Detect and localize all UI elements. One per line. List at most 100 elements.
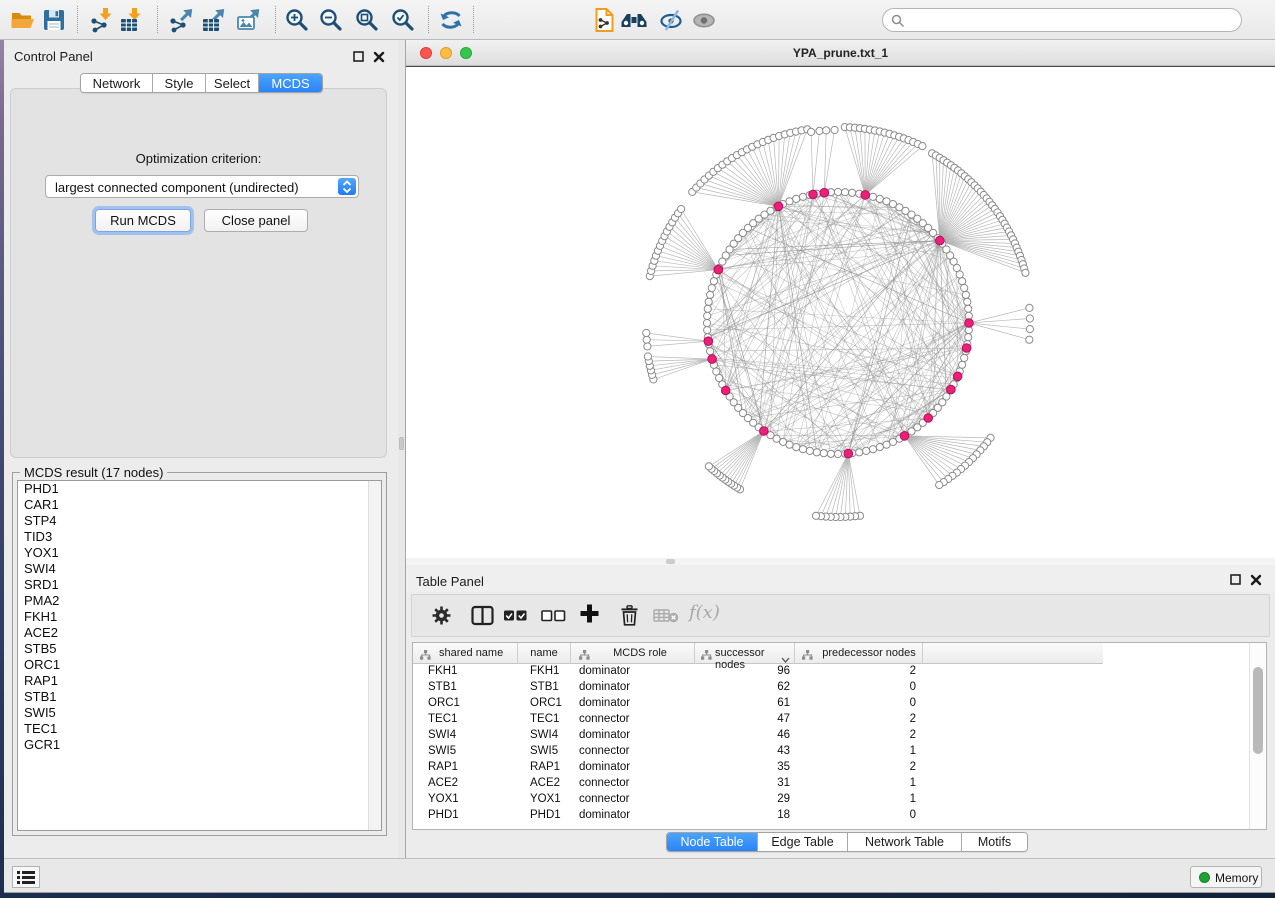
optimization-criterion-select[interactable]: largest connected component (undirected) bbox=[45, 175, 359, 198]
network-column-icon bbox=[802, 648, 813, 666]
control-panel-title: Control Panel bbox=[14, 49, 93, 64]
import-network-icon[interactable] bbox=[89, 7, 115, 33]
refresh-icon[interactable] bbox=[438, 7, 464, 33]
table-scrollbar[interactable] bbox=[1249, 643, 1266, 829]
splitter-grip[interactable] bbox=[666, 559, 675, 564]
list-item[interactable]: STB1 bbox=[18, 689, 381, 705]
mcds-tab-panel: Optimization criterion: largest connecte… bbox=[10, 88, 387, 458]
table-panel-header: Table Panel bbox=[406, 565, 1275, 592]
scrollbar-thumb[interactable] bbox=[1253, 667, 1263, 754]
export-image-icon[interactable] bbox=[235, 7, 261, 33]
network-canvas[interactable] bbox=[406, 66, 1275, 558]
column-header-shared-name[interactable]: shared name bbox=[413, 643, 518, 664]
node-table: shared name name MCDS role successor nod… bbox=[412, 642, 1267, 830]
zoom-in-icon[interactable] bbox=[284, 7, 310, 33]
network-column-icon bbox=[701, 648, 712, 666]
memory-label: Memory bbox=[1215, 871, 1258, 885]
mcds-result-groupbox: MCDS result (17 nodes) PHD1 CAR1 STP4 TI… bbox=[12, 472, 387, 836]
column-header-predecessor-nodes[interactable]: predecessor nodes bbox=[795, 643, 923, 664]
search-field[interactable] bbox=[882, 8, 1242, 32]
show-all-eye-icon[interactable] bbox=[691, 7, 717, 33]
memory-status-icon bbox=[1199, 872, 1210, 883]
list-item[interactable]: ORC1 bbox=[18, 657, 381, 673]
zoom-out-icon[interactable] bbox=[318, 7, 344, 33]
list-item[interactable]: GCR1 bbox=[18, 737, 381, 753]
list-item[interactable]: CAR1 bbox=[18, 497, 381, 513]
export-table-icon[interactable] bbox=[200, 7, 226, 33]
run-mcds-button[interactable]: Run MCDS bbox=[95, 209, 191, 232]
list-item[interactable]: RAP1 bbox=[18, 673, 381, 689]
export-network-icon[interactable] bbox=[168, 7, 194, 33]
tab-motifs[interactable]: Motifs bbox=[962, 833, 1027, 851]
mcds-result-list[interactable]: PHD1 CAR1 STP4 TID3 YOX1 SWI4 SRD1 PMA2 … bbox=[17, 480, 382, 831]
tab-edge-table[interactable]: Edge Table bbox=[758, 833, 848, 851]
desktop: Control Panel Network Style Select MCDS … bbox=[0, 0, 1275, 898]
table-toolbar: f(x) bbox=[411, 594, 1270, 637]
float-panel-icon[interactable] bbox=[1230, 573, 1242, 585]
tab-node-table[interactable]: Node Table bbox=[667, 833, 758, 851]
new-network-from-selection-icon[interactable] bbox=[592, 7, 618, 33]
list-item[interactable]: PHD1 bbox=[18, 481, 381, 497]
float-panel-icon[interactable] bbox=[353, 50, 365, 62]
list-item[interactable]: ACE2 bbox=[18, 625, 381, 641]
column-header-mcds-role[interactable]: MCDS role bbox=[571, 643, 695, 664]
tab-network-table[interactable]: Network Table bbox=[848, 833, 962, 851]
network-column-icon bbox=[420, 648, 431, 666]
hide-selected-eye-slash-icon[interactable] bbox=[659, 7, 685, 33]
main-toolbar bbox=[0, 0, 1275, 40]
import-table-icon[interactable] bbox=[118, 7, 144, 33]
table-panel-title: Table Panel bbox=[416, 574, 484, 589]
memory-button[interactable]: Memory bbox=[1190, 866, 1262, 888]
splitter-grip[interactable] bbox=[399, 437, 404, 450]
search-input[interactable] bbox=[909, 10, 1234, 30]
column-header-name[interactable]: name bbox=[518, 643, 571, 664]
network-column-icon bbox=[579, 648, 590, 666]
tab-mcds[interactable]: MCDS bbox=[259, 74, 322, 92]
table-panel-tabs: Node Table Edge Table Network Table Moti… bbox=[666, 832, 1028, 852]
list-item[interactable]: SRD1 bbox=[18, 577, 381, 593]
vertical-splitter[interactable] bbox=[398, 40, 406, 858]
column-header-successor-nodes[interactable]: successor nodes bbox=[695, 643, 795, 664]
list-item[interactable]: TID3 bbox=[18, 529, 381, 545]
list-scrollbar[interactable] bbox=[368, 481, 381, 830]
delete-table-icon-disabled bbox=[653, 608, 679, 629]
toolbar-separator bbox=[428, 6, 429, 33]
show-columns-icon[interactable] bbox=[471, 605, 494, 631]
network-window-titlebar[interactable]: YPA_prune.txt_1 bbox=[406, 40, 1275, 66]
close-panel-icon[interactable] bbox=[1250, 573, 1262, 585]
list-item[interactable]: STB5 bbox=[18, 641, 381, 657]
list-item[interactable]: YOX1 bbox=[18, 545, 381, 561]
table-settings-gear-icon[interactable] bbox=[431, 605, 452, 631]
table-panel: Table Panel bbox=[406, 565, 1275, 858]
control-panel: Control Panel Network Style Select MCDS … bbox=[4, 40, 398, 858]
deselect-all-icon[interactable] bbox=[541, 605, 566, 631]
column-header-filler bbox=[923, 643, 1103, 664]
zoom-selected-icon[interactable] bbox=[390, 7, 416, 33]
close-panel-button[interactable]: Close panel bbox=[204, 209, 308, 232]
list-item[interactable]: FKH1 bbox=[18, 609, 381, 625]
toolbar-separator bbox=[275, 6, 276, 33]
status-bar: Memory bbox=[4, 858, 1275, 893]
list-item[interactable]: SWI4 bbox=[18, 561, 381, 577]
save-session-icon[interactable] bbox=[41, 7, 67, 33]
list-item[interactable]: TEC1 bbox=[18, 721, 381, 737]
delete-column-trash-icon[interactable] bbox=[620, 605, 639, 631]
optimization-criterion-label: Optimization criterion: bbox=[11, 151, 386, 166]
list-item[interactable]: PMA2 bbox=[18, 593, 381, 609]
open-session-icon[interactable] bbox=[10, 7, 36, 33]
tab-select[interactable]: Select bbox=[206, 74, 259, 92]
close-panel-icon[interactable] bbox=[373, 50, 385, 62]
add-column-icon[interactable] bbox=[579, 603, 600, 629]
list-item[interactable]: SWI5 bbox=[18, 705, 381, 721]
list-item[interactable]: STP4 bbox=[18, 513, 381, 529]
horizontal-splitter[interactable] bbox=[406, 558, 1275, 565]
app-window: Control Panel Network Style Select MCDS … bbox=[4, 40, 1275, 893]
first-neighbors-icon[interactable] bbox=[620, 7, 646, 33]
toolbar-separator bbox=[157, 6, 158, 33]
select-all-icon[interactable] bbox=[503, 605, 528, 631]
tab-style[interactable]: Style bbox=[153, 74, 206, 92]
search-icon bbox=[891, 14, 905, 28]
zoom-fit-icon[interactable] bbox=[354, 7, 380, 33]
show-panels-list-button[interactable] bbox=[12, 866, 40, 888]
tab-network[interactable]: Network bbox=[81, 74, 153, 92]
